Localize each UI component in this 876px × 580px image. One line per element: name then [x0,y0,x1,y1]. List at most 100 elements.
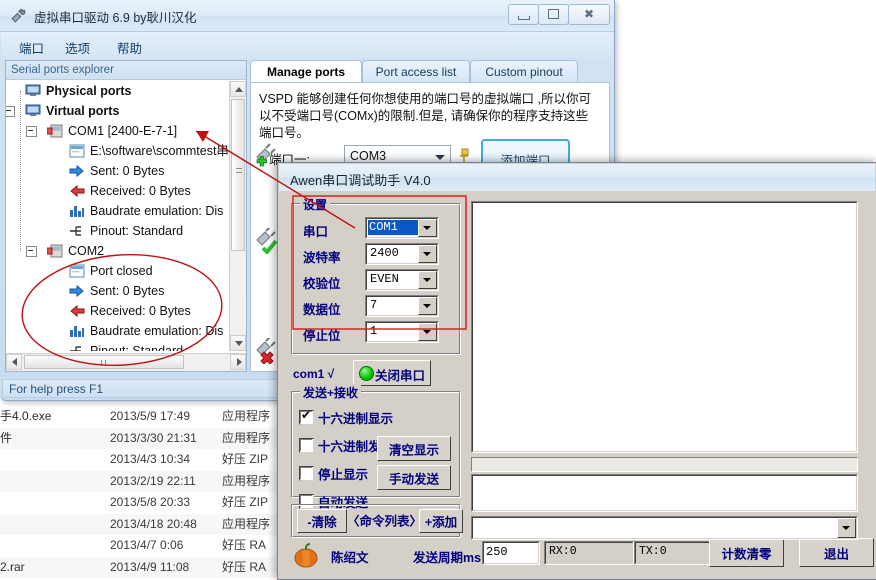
send-period-input[interactable]: 250 [482,541,540,565]
command-combobox-value [472,517,857,539]
rx-counter-text: RX:0 [549,545,577,558]
ports-tree[interactable]: Physical ports Virtual ports COM1 [2400-E-… [6,81,230,351]
chevron-down-icon[interactable] [418,271,437,289]
file-row[interactable]: 2013/2/19 22:11 应用程序 [0,470,320,492]
vspd-tabstrip: Manage ports Port access list Custom pin… [250,60,608,84]
send-input-area[interactable] [471,474,858,512]
checkbox-1[interactable] [299,438,314,453]
file-row[interactable]: 2013/5/8 20:33 好压 ZIP [0,492,320,514]
file-date: 2013/4/18 20:48 [110,516,197,531]
file-row[interactable]: 手4.0.exe 2013/5/9 17:49 应用程序 [0,406,320,428]
command-clear-button-label: -清除 [307,515,337,530]
setting-row: 波特率 2400 [291,243,459,267]
tree-horizontal-scroll-thumb[interactable] [24,355,184,369]
port-icon [46,124,63,138]
maximize-button[interactable] [538,4,569,25]
file-date: 2013/5/8 20:33 [110,495,191,509]
exit-button[interactable]: 退出 [799,538,874,567]
file-row[interactable]: 件 2013/3/30 21:31 应用程序 [0,427,320,449]
tree-horizontal-scrollbar[interactable] [6,353,246,371]
file-row[interactable]: 2013/4/18 20:48 应用程序 [0,513,320,535]
setting-combobox[interactable]: 7 [365,295,439,317]
tree-vertical-scrollbar[interactable] [229,81,246,351]
minimize-button[interactable] [508,4,539,25]
file-row[interactable]: 2013/4/7 0:06 好压 RA [0,535,320,557]
chevron-down-icon[interactable] [837,518,856,538]
tab-custom-pinout[interactable]: Custom pinout [470,60,578,84]
setting-row: 串口 COM1 [291,217,459,241]
tree-node-label: Sent: 0 Bytes [90,284,165,298]
setting-label: 数据位 [303,303,341,317]
command-add-button[interactable]: +添加 [419,509,463,533]
setting-label: 校验位 [303,277,341,291]
command-list-button-label: 〈命令列表〉 [347,514,423,529]
scroll-left-button[interactable] [6,354,22,370]
exit-button-label: 退出 [823,547,849,561]
reset-counter-button[interactable]: 计数清零 [709,538,784,567]
tab-manage-ports[interactable]: Manage ports [250,60,362,84]
chevron-down-icon[interactable] [418,219,437,237]
vspd-titlebar: 虚拟串口驱动 6.9 by耿川汉化 [0,0,614,32]
author-name: 陈绍文 [331,551,369,565]
explorer-header-label: Serial ports explorer [6,61,246,80]
arrow-right-icon [69,284,84,298]
file-name: 件 [0,430,13,445]
command-list-button[interactable]: 〈命令列表〉 [347,509,423,531]
bars-icon [69,324,84,338]
tree-node-label: Received: 0 Bytes [90,184,191,198]
scroll-up-button[interactable] [230,81,246,97]
awen-titlebar: Awen串口调试助手 V4.0 [279,164,875,192]
scroll-right-button[interactable] [230,354,246,370]
setting-combobox[interactable]: EVEN [365,269,439,291]
setting-combobox[interactable]: 1 [365,321,439,343]
tree-node-label: Pinout: Standard [90,224,184,238]
vspd-title: 虚拟串口驱动 6.9 by耿川汉化 [34,11,197,25]
clear-display-button[interactable]: 清空显示 [377,436,451,461]
tree-node-label: Virtual ports [46,104,120,118]
chevron-down-icon[interactable] [418,323,437,341]
manual-send-button[interactable]: 手动发送 [377,465,451,490]
checkbox-2[interactable] [299,466,314,481]
chevron-down-icon[interactable] [418,245,437,263]
window-icon [69,264,85,278]
tab-port-access-list[interactable]: Port access list [362,60,470,84]
receive-display-area[interactable] [471,201,858,453]
tree-expander-icon[interactable] [26,126,37,137]
file-date: 2013/4/9 11:08 [110,559,190,574]
menu-item-port[interactable]: 端口 [13,37,50,58]
arrow-left-icon [69,304,85,318]
menu-item-options[interactable]: 选项 [59,37,96,58]
command-combobox[interactable] [471,516,858,540]
checkbox-0[interactable] [299,408,314,425]
arrow-right-icon [69,164,84,178]
setting-combobox[interactable]: COM1 [365,217,439,239]
tree-expander-icon[interactable] [26,246,37,257]
monitor-icon [25,84,41,98]
tree-vertical-scroll-thumb[interactable] [231,99,245,251]
tree-node-label: Pinout: Standard [90,344,184,351]
close-port-button[interactable]: 关闭串口 [353,360,431,386]
file-date: 2013/3/30 21:31 [110,430,197,445]
chevron-down-icon[interactable] [418,297,437,315]
scroll-down-button[interactable] [230,335,246,351]
tree-node-label: Baudrate emulation: Dis [90,324,224,338]
setting-value: 2400 [370,246,399,260]
serial-ports-explorer-pane: Serial ports explorer Physical ports Virt… [5,60,247,372]
file-date: 2013/4/7 0:06 [110,538,184,552]
file-date: 2013/5/9 17:49 [110,409,191,423]
tree-node-label: Baudrate emulation: Dis [90,204,224,218]
menu-item-help[interactable]: 帮助 [111,37,148,58]
file-row[interactable]: 2.rar 2013/4/9 11:08 好压 RA [0,556,320,578]
close-button[interactable] [568,4,610,25]
pumpkin-icon [294,543,318,568]
checkbox-label: 停止显示 [318,468,369,482]
tree-node-label: E:\software\scommtest串 [90,144,229,158]
port-icon [46,244,63,258]
send-period-label: 发送周期ms [413,551,482,565]
setting-combobox[interactable]: 2400 [365,243,439,265]
command-clear-button[interactable]: -清除 [297,509,347,533]
checkbox-label: 十六进制显示 [318,412,394,426]
close-port-button-label: 关闭串口 [375,369,426,383]
file-row[interactable]: 2013/4/3 10:34 好压 ZIP [0,449,320,471]
tree-expander-icon[interactable] [6,106,15,117]
